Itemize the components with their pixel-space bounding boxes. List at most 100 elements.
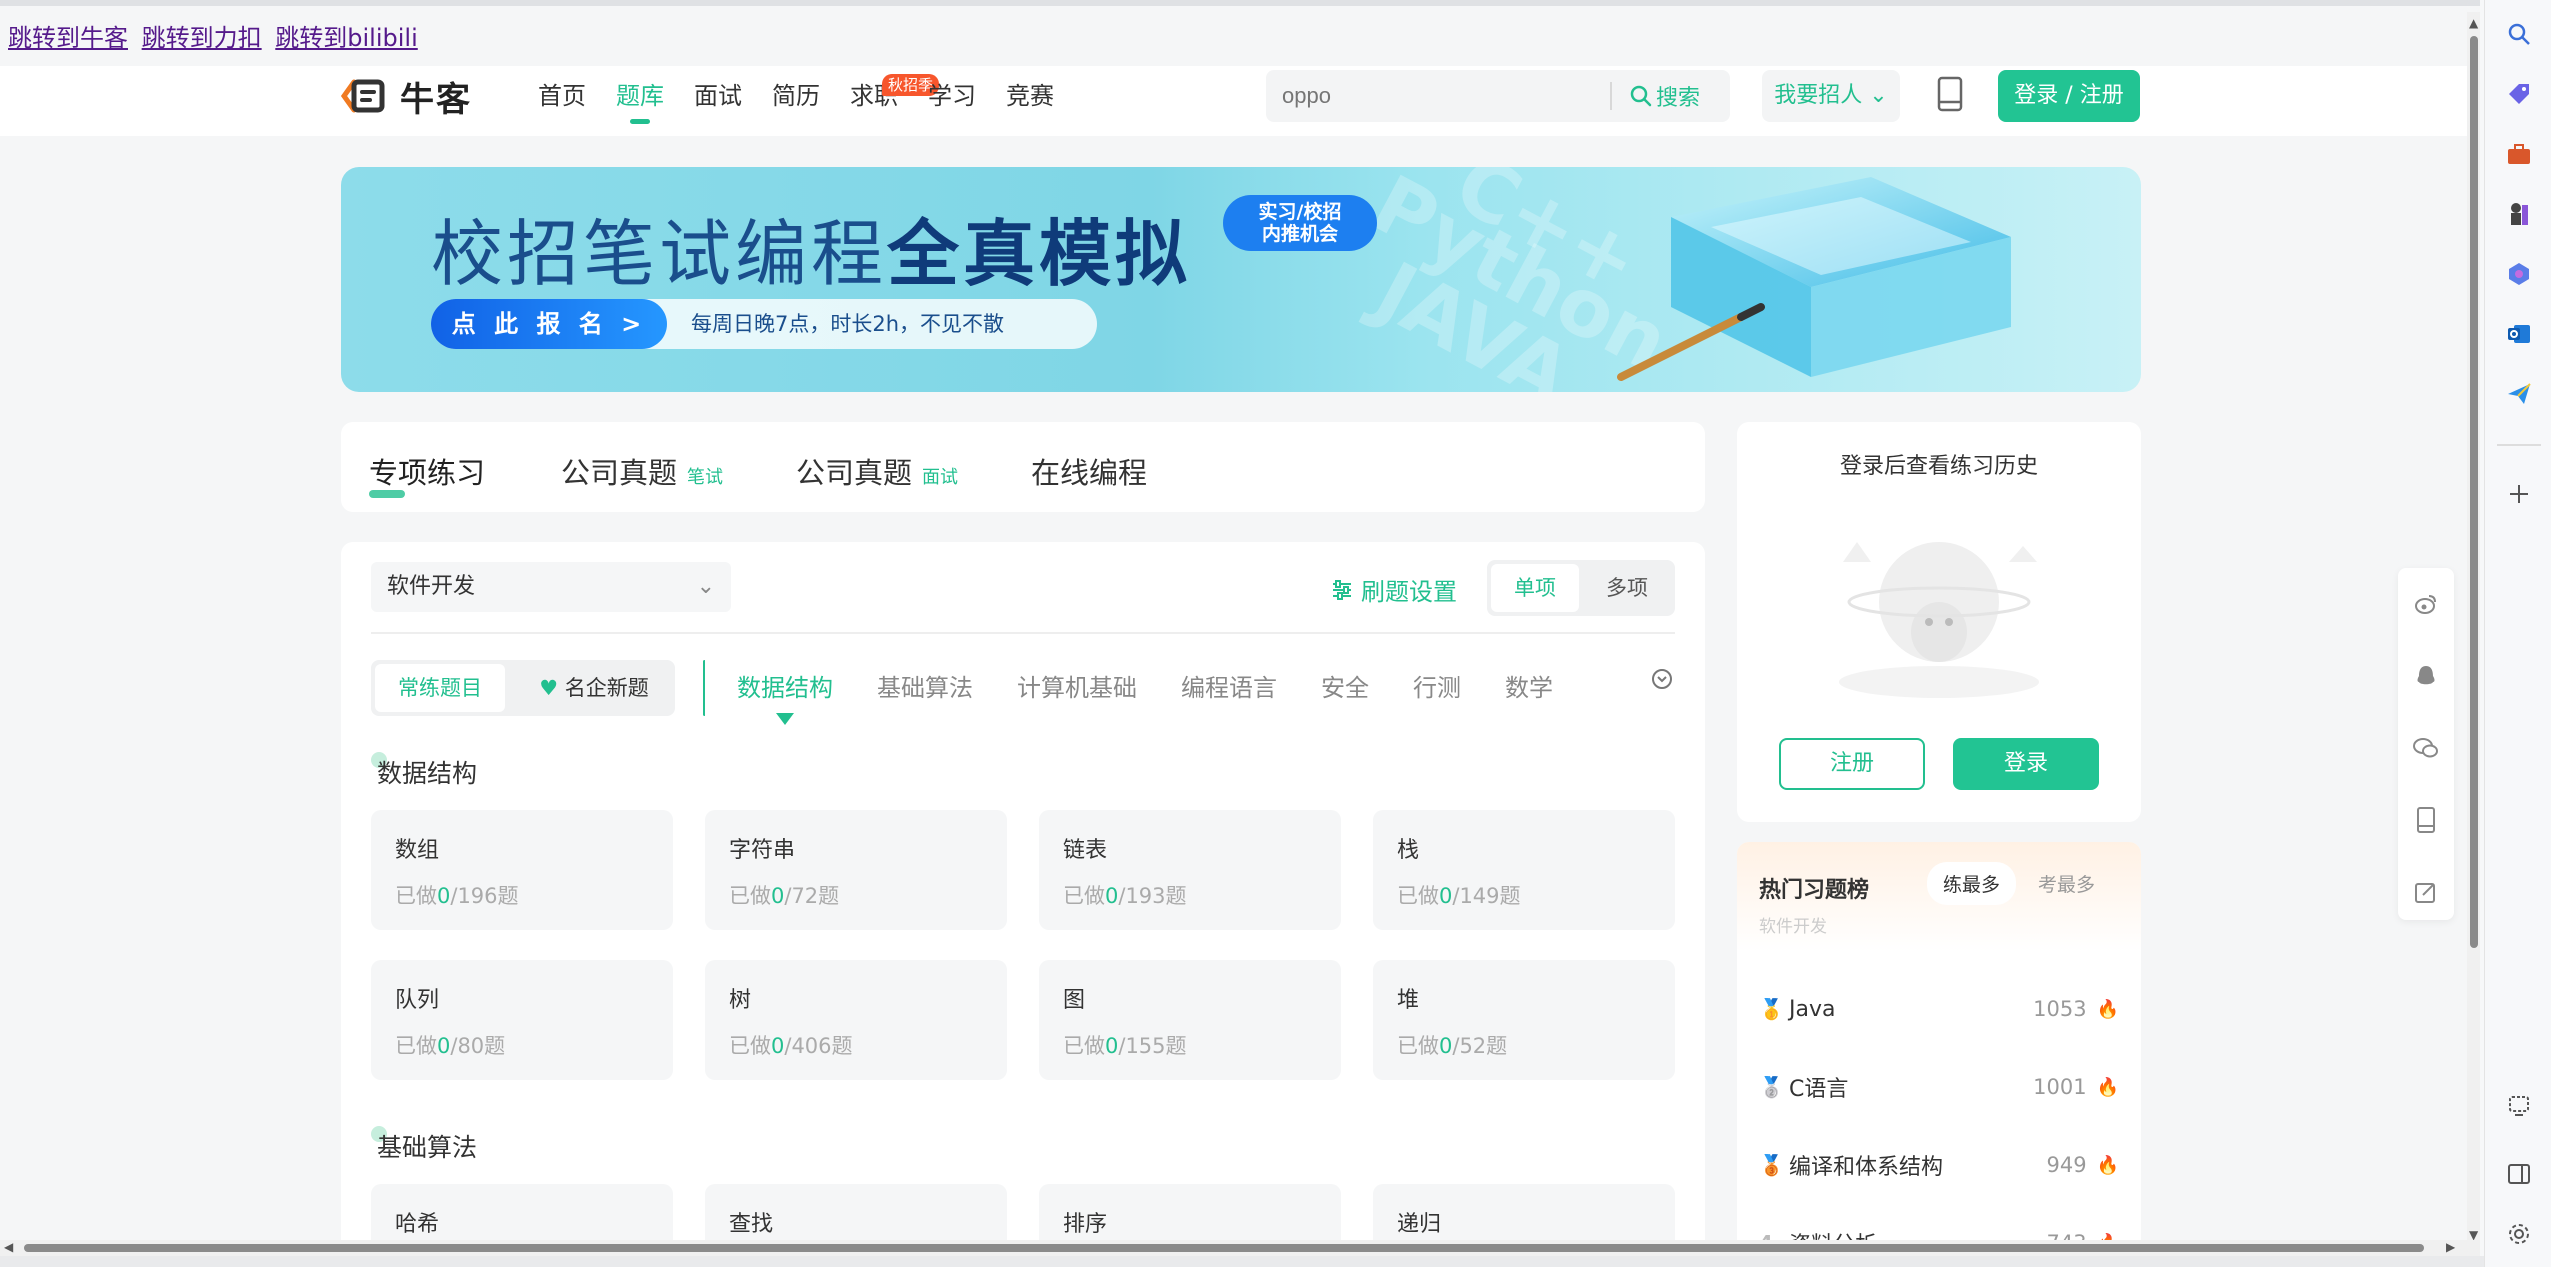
recruit-dropdown[interactable]: 我要招人 ⌄ — [1762, 70, 1900, 122]
add-icon[interactable] — [2503, 478, 2535, 510]
ranking-item-name: 编译和体系结构 — [1789, 1155, 1944, 1180]
vertical-scroll-thumb[interactable] — [2470, 36, 2478, 948]
settings-gear-icon[interactable] — [2503, 1218, 2535, 1250]
login-button[interactable]: 登录 — [1953, 738, 2099, 790]
nav-job[interactable]: 求职 秋招季 — [850, 74, 940, 124]
fire-icon: 🔥 — [2096, 1076, 2119, 1098]
ranking-tab-most-tested[interactable]: 考最多 — [2022, 862, 2111, 905]
category-cs-fundamentals[interactable]: 计算机基础 — [1017, 668, 1137, 703]
tab-online-coding[interactable]: 在线编程 — [1031, 450, 1147, 492]
nav-home[interactable]: 首页 — [538, 78, 586, 124]
sidebar-toggle-icon[interactable] — [2503, 1158, 2535, 1190]
topic-progress: 已做0/406题 — [729, 1034, 853, 1058]
direction-select[interactable]: 软件开发 ⌄ — [371, 562, 731, 612]
vertical-scrollbar[interactable]: ▲ ▼ — [2467, 12, 2480, 1240]
chevron-down-icon: ⌄ — [696, 574, 715, 599]
topic-name: 递归 — [1397, 1212, 1442, 1237]
practice-settings-button[interactable]: 刷题设置 — [1331, 572, 1457, 607]
topic-progress: 已做0/155题 — [1063, 1034, 1187, 1058]
topic-card-heap[interactable]: 堆 已做0/52题 — [1373, 960, 1675, 1080]
topic-card-stack[interactable]: 栈 已做0/149题 — [1373, 810, 1675, 930]
topic-card-graph[interactable]: 图 已做0/155题 — [1039, 960, 1341, 1080]
topic-progress: 已做0/149题 — [1397, 884, 1521, 908]
ranking-item-count: 949 — [2046, 1153, 2087, 1177]
nav-interview[interactable]: 面试 — [694, 78, 742, 124]
topic-name: 哈希 — [395, 1212, 440, 1237]
promo-banner[interactable]: C++ Python JAVA 校招笔试编程全真模拟 实习/校招 内推机会 点 … — [341, 167, 2141, 392]
weibo-icon[interactable] — [2398, 568, 2454, 640]
nav-resume[interactable]: 简历 — [772, 78, 820, 124]
register-button[interactable]: 注册 — [1779, 738, 1925, 790]
category-security[interactable]: 安全 — [1321, 668, 1369, 703]
mobile-icon[interactable] — [2398, 784, 2454, 856]
search-input[interactable] — [1282, 83, 1602, 109]
login-register-button[interactable]: 登录 / 注册 — [1998, 70, 2140, 122]
kind-common-option[interactable]: 常练题目 — [375, 664, 505, 712]
ranking-item[interactable]: 4 资料分析 743 🔥 — [1759, 1204, 2119, 1240]
copilot-icon[interactable] — [2503, 258, 2535, 290]
topic-grid-basic-algorithms: 哈希 查找 排序 递归 — [371, 1184, 1675, 1240]
skip-link-leetcode[interactable]: 跳转到力扣 — [142, 24, 262, 52]
topic-card-sort[interactable]: 排序 — [1039, 1184, 1341, 1240]
search-icon[interactable] — [2503, 18, 2535, 50]
mode-multi-option[interactable]: 多项 — [1583, 564, 1671, 612]
skip-link-nowcoder[interactable]: 跳转到牛客 — [8, 24, 128, 52]
fire-icon: 🔥 — [2096, 998, 2119, 1020]
topic-card-array[interactable]: 数组 已做0/196题 — [371, 810, 673, 930]
topic-card-string[interactable]: 字符串 已做0/72题 — [705, 810, 1007, 930]
search-button[interactable]: 搜索 — [1630, 80, 1700, 112]
nav-learn[interactable]: 学习 — [928, 78, 976, 124]
tab-topic-practice[interactable]: 专项练习 — [369, 450, 485, 498]
banner-referral-tag: 实习/校招 内推机会 — [1223, 195, 1377, 251]
ranking-item[interactable]: 🥉 编译和体系结构 949 🔥 — [1759, 1126, 2119, 1204]
banner-signup-button[interactable]: 点 此 报 名 > — [431, 299, 667, 349]
share-toolbar — [2398, 568, 2454, 920]
topic-grid-data-structures: 数组 已做0/196题 字符串 已做0/72题 链表 已做0/193题 栈 已做… — [371, 810, 1675, 1080]
topic-card-search[interactable]: 查找 — [705, 1184, 1007, 1240]
nav-contest[interactable]: 竞赛 — [1006, 78, 1054, 124]
kind-new-option[interactable]: ♥ 名企新题 — [521, 664, 667, 712]
tag-icon[interactable] — [2503, 78, 2535, 110]
category-data-structures[interactable]: 数据结构 — [737, 668, 833, 725]
topic-card-hash[interactable]: 哈希 — [371, 1184, 673, 1240]
category-programming-languages[interactable]: 编程语言 — [1181, 668, 1277, 703]
topic-card-queue[interactable]: 队列 已做0/80题 — [371, 960, 673, 1080]
ranking-tab-most-practiced[interactable]: 练最多 — [1927, 862, 2017, 905]
topic-card-linked-list[interactable]: 链表 已做0/193题 — [1039, 810, 1341, 930]
scroll-up-icon[interactable]: ▲ — [2469, 16, 2478, 30]
mode-single-option[interactable]: 单项 — [1491, 564, 1579, 612]
sliders-icon — [1333, 579, 1351, 600]
skip-link-bilibili[interactable]: 跳转到bilibili — [275, 24, 417, 52]
scroll-down-icon[interactable]: ▼ — [2469, 1228, 2478, 1240]
chess-icon[interactable] — [2503, 198, 2535, 230]
ranking-subtitle: 软件开发 — [1759, 917, 1827, 937]
send-icon[interactable] — [2503, 378, 2535, 410]
scroll-left-icon[interactable]: ◀ — [4, 1240, 13, 1254]
site-logo[interactable]: 牛客 — [340, 72, 472, 120]
screenshot-icon[interactable] — [2503, 1090, 2535, 1122]
topic-card-tree[interactable]: 树 已做0/406题 — [705, 960, 1007, 1080]
category-tabs: 数据结构 基础算法 计算机基础 编程语言 安全 行测 数学 — [737, 668, 1597, 725]
qq-icon[interactable] — [2398, 640, 2454, 712]
briefcase-icon[interactable] — [2503, 138, 2535, 170]
feedback-icon[interactable] — [2398, 856, 2454, 928]
search-box: 搜索 — [1266, 70, 1730, 122]
scroll-right-icon[interactable]: ▶ — [2446, 1240, 2455, 1254]
nav-question-bank[interactable]: 题库 — [616, 78, 664, 124]
wechat-icon[interactable] — [2398, 712, 2454, 784]
horizontal-scrollbar[interactable]: ◀ ▶ — [0, 1240, 2480, 1256]
ranking-title: 热门习题榜 — [1759, 878, 1870, 903]
category-math[interactable]: 数学 — [1505, 668, 1553, 703]
ranking-item[interactable]: 🥈 C语言 1001 🔥 — [1759, 1048, 2119, 1126]
category-aptitude[interactable]: 行测 — [1413, 668, 1461, 703]
mobile-app-icon[interactable] — [1936, 76, 1964, 116]
topic-name: 链表 — [1063, 838, 1108, 863]
tab-company-interview[interactable]: 公司真题 面试 — [796, 450, 958, 492]
topic-card-recursion[interactable]: 递归 — [1373, 1184, 1675, 1240]
expand-categories-icon[interactable] — [1651, 668, 1673, 694]
ranking-item[interactable]: 🥇 Java 1053 🔥 — [1759, 970, 2119, 1048]
horizontal-scroll-thumb[interactable] — [24, 1244, 2424, 1252]
category-basic-algorithms[interactable]: 基础算法 — [877, 668, 973, 703]
outlook-icon[interactable] — [2503, 318, 2535, 350]
tab-company-written[interactable]: 公司真题 笔试 — [561, 450, 723, 492]
